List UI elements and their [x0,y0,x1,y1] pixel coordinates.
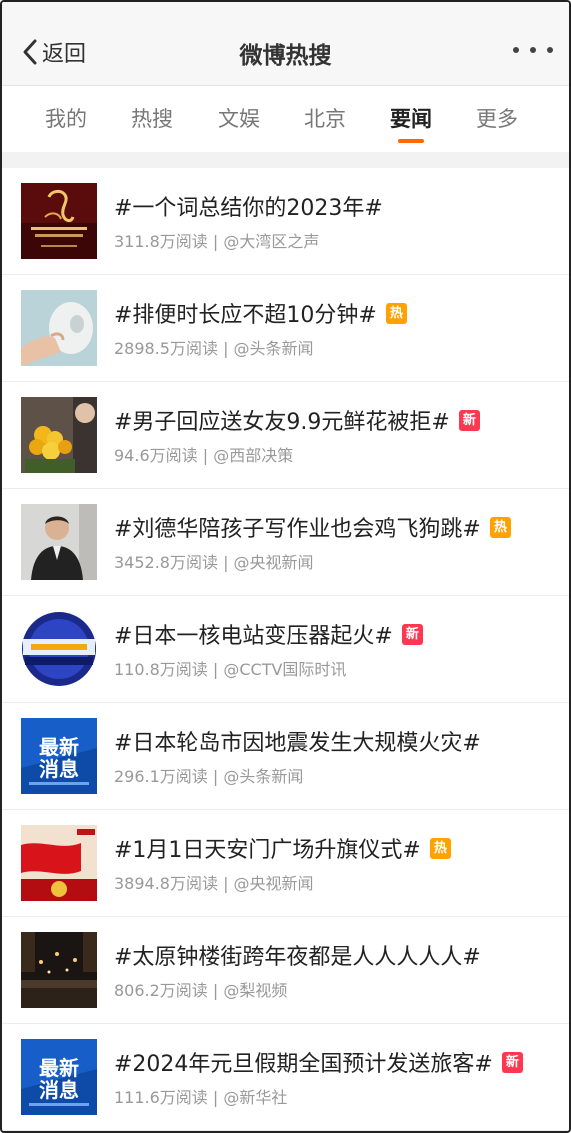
item-title-line: #一个词总结你的2023年# [114,190,545,222]
new-badge: 新 [458,409,480,431]
thumbnail-caption: 最新消息 [39,735,79,781]
item-title: #太原钟楼街跨年夜都是人人人人人# [114,945,481,970]
item-meta: 296.1万阅读 | @头条新闻 [114,767,304,786]
flowers-thumbnail [21,397,97,473]
tab-news[interactable]: 要闻 [390,103,432,133]
active-tab-indicator [398,139,424,143]
new-badge: 新 [401,623,423,645]
list-item[interactable]: #刘德华陪孩子写作业也会鸡飞狗跳# 热 3452.8万阅读 | @央视新闻 [2,489,569,596]
latest-news-thumbnail: 最新消息 [21,1039,97,1115]
item-title-line: #日本一核电站变压器起火# 新 [114,618,545,650]
hot-badge: 热 [385,302,407,324]
more-dots-icon [547,47,553,53]
item-title: #日本轮岛市因地震发生大规模火灾# [114,731,481,756]
item-meta: 3452.8万阅读 | @央视新闻 [114,553,314,572]
item-title: #刘德华陪孩子写作业也会鸡飞狗跳# [114,517,481,542]
item-title: #排便时长应不超10分钟# [114,303,377,328]
list-item[interactable]: #1月1日天安门广场升旗仪式# 热 3894.8万阅读 | @央视新闻 [2,810,569,917]
thumbnail-caption: 最新消息 [39,1056,79,1102]
item-title-line: #日本轮岛市因地震发生大规模火灾# [114,725,545,757]
hot-badge: 热 [429,837,451,859]
item-meta: 110.8万阅读 | @CCTV国际时讯 [114,660,347,679]
item-meta: 311.8万阅读 | @大湾区之声 [114,232,320,251]
list-item[interactable]: #排便时长应不超10分钟# 热 2898.5万阅读 | @头条新闻 [2,275,569,382]
item-meta: 806.2万阅读 | @梨视频 [114,981,288,1000]
gala-poster-thumbnail [21,183,97,259]
item-title-line: #2024年元旦假期全国预计发送旅客# 新 [114,1046,545,1078]
item-title: #1月1日天安门广场升旗仪式# [114,838,421,863]
category-tabs: 我的 热搜 文娱 北京 要闻 更多 [2,87,569,147]
item-title-line: #男子回应送女友9.9元鲜花被拒# 新 [114,404,545,436]
more-dots-icon [513,47,519,53]
new-badge: 新 [501,1051,523,1073]
item-meta: 111.6万阅读 | @新华社 [114,1088,288,1107]
item-title: #2024年元旦假期全国预计发送旅客# [114,1052,493,1077]
item-title-line: #太原钟楼街跨年夜都是人人人人人# [114,939,545,971]
hot-search-list: #一个词总结你的2023年# 311.8万阅读 | @大湾区之声 #排便时长应不… [2,168,569,1131]
list-item[interactable]: 最新消息 #日本轮岛市因地震发生大规模火灾# 296.1万阅读 | @头条新闻 [2,703,569,810]
item-meta: 94.6万阅读 | @西部决策 [114,446,294,465]
man-portrait-thumbnail [21,504,97,580]
phone-screen: 返回 微博热搜 我的 热搜 文娱 北京 要闻 更多 #一个词总结你的2023年#… [0,0,571,1133]
item-title-line: #排便时长应不超10分钟# 热 [114,297,545,329]
tab-entertainment[interactable]: 文娱 [218,103,260,133]
item-title: #男子回应送女友9.9元鲜花被拒# [114,410,450,435]
item-title: #日本一核电站变压器起火# [114,624,393,649]
toilet-paper-thumbnail [21,290,97,366]
list-item[interactable]: #太原钟楼街跨年夜都是人人人人人# 806.2万阅读 | @梨视频 [2,917,569,1024]
item-title-line: #刘德华陪孩子写作业也会鸡飞狗跳# 热 [114,511,545,543]
world-express-logo-thumbnail [21,611,97,687]
page-title: 微博热搜 [239,43,332,69]
night-crowd-thumbnail [21,932,97,1008]
hot-badge: 热 [489,516,511,538]
more-dots-icon [530,47,536,53]
list-item[interactable]: 最新消息 #2024年元旦假期全国预计发送旅客# 新 111.6万阅读 | @新… [2,1024,569,1131]
list-item[interactable]: #一个词总结你的2023年# 311.8万阅读 | @大湾区之声 [2,168,569,275]
item-meta: 3894.8万阅读 | @央视新闻 [114,874,314,893]
item-title-line: #1月1日天安门广场升旗仪式# 热 [114,832,545,864]
item-meta: 2898.5万阅读 | @头条新闻 [114,339,314,358]
section-divider [2,152,569,168]
list-item[interactable]: #男子回应送女友9.9元鲜花被拒# 新 94.6万阅读 | @西部决策 [2,382,569,489]
tab-mine[interactable]: 我的 [45,103,87,133]
tab-beijing[interactable]: 北京 [304,103,346,133]
flag-ceremony-thumbnail [21,825,97,901]
tab-more[interactable]: 更多 [476,103,518,133]
more-button[interactable] [513,40,553,60]
tab-hot-search[interactable]: 热搜 [131,103,173,133]
list-item[interactable]: #日本一核电站变压器起火# 新 110.8万阅读 | @CCTV国际时讯 [2,596,569,703]
latest-news-thumbnail: 最新消息 [21,718,97,794]
navigation-bar: 返回 微博热搜 [2,2,569,86]
item-title: #一个词总结你的2023年# [114,196,383,221]
